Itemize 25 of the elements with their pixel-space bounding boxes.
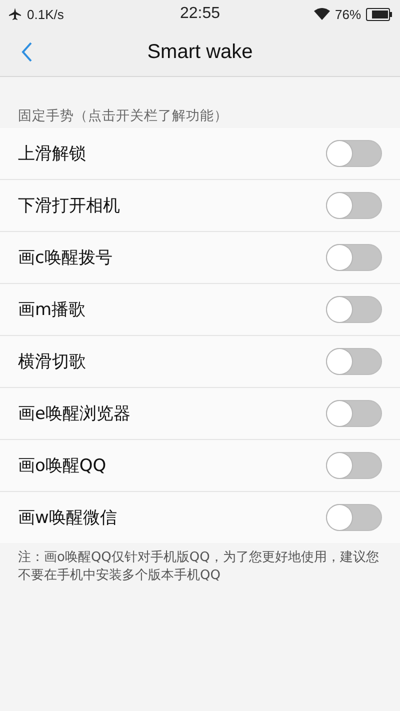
setting-label: 画e唤醒浏览器 — [18, 403, 132, 425]
setting-label: 下滑打开相机 — [18, 195, 121, 217]
setting-label: 画o唤醒QQ — [18, 455, 108, 477]
battery-icon — [366, 8, 392, 20]
wifi-icon — [314, 8, 330, 20]
network-speed: 0.1K/s — [27, 6, 64, 22]
page-title: Smart wake — [147, 40, 253, 64]
toggle-switch[interactable] — [326, 348, 382, 375]
setting-label: 画m播歌 — [18, 299, 87, 321]
battery-percent: 76% — [334, 6, 362, 22]
setting-label: 画c唤醒拨号 — [18, 247, 114, 269]
clock: 22:55 — [180, 5, 220, 23]
toggle-switch[interactable] — [326, 504, 382, 531]
toggle-switch[interactable] — [326, 140, 382, 167]
toggle-switch[interactable] — [326, 452, 382, 479]
airplane-icon — [8, 7, 22, 21]
back-button[interactable] — [20, 41, 34, 63]
toggle-switch[interactable] — [326, 192, 382, 219]
toggle-switch[interactable] — [326, 400, 382, 427]
setting-label: 横滑切歌 — [18, 351, 87, 373]
setting-label: 画w唤醒微信 — [18, 507, 118, 529]
section-label: 固定手势（点击开关栏了解功能） — [18, 107, 228, 125]
toggle-switch[interactable] — [326, 244, 382, 271]
toggle-switch[interactable] — [326, 296, 382, 323]
setting-label: 上滑解锁 — [18, 143, 87, 165]
